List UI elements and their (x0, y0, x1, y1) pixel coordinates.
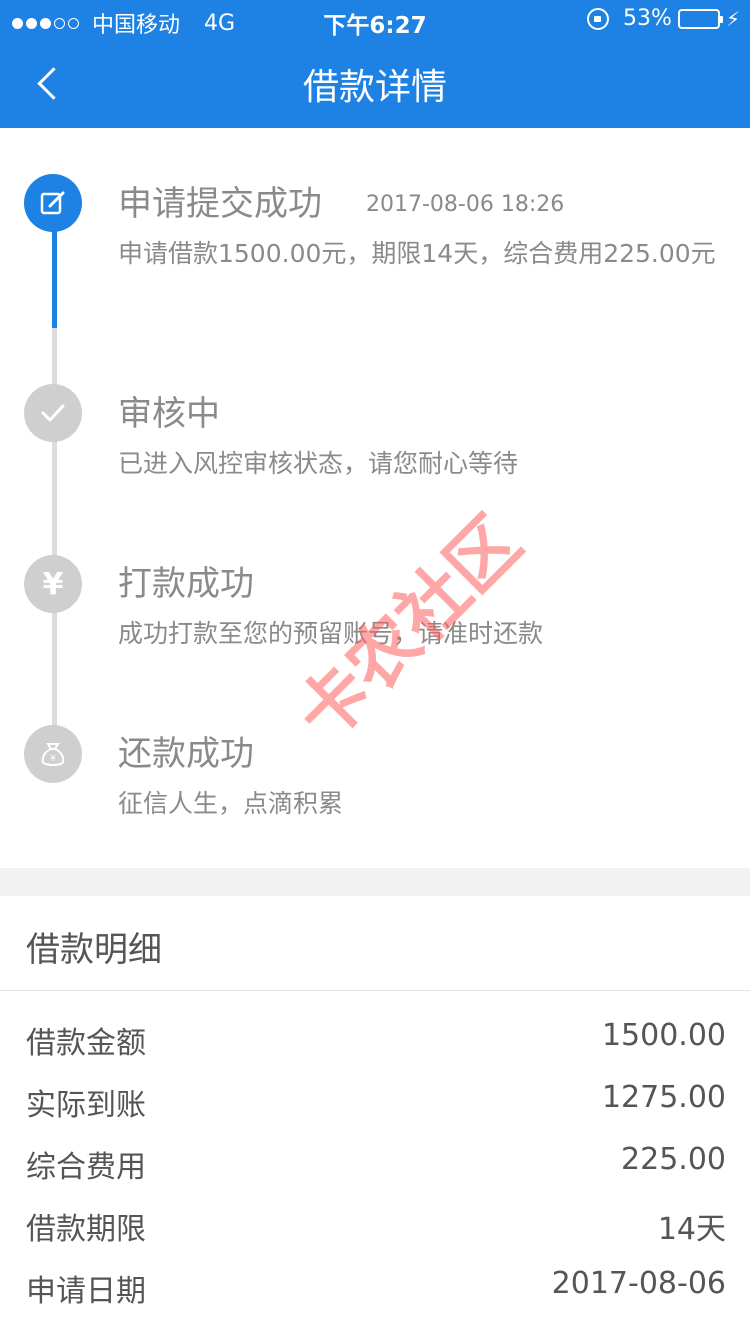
timeline-progress-line (52, 228, 57, 328)
step-repay-title: 还款成功 (118, 734, 254, 774)
row-label: 申请日期 (26, 1274, 146, 1309)
navigation-bar: 借款详情 (0, 40, 750, 128)
step-payout-title: 打款成功 (118, 564, 254, 604)
page-title: 借款详情 (302, 67, 447, 108)
battery-percent: 53% (623, 6, 672, 31)
row-value: 1275.00 (601, 1080, 726, 1115)
detail-row-fee: 综合费用 225.00 (26, 1142, 726, 1204)
orientation-lock-icon (587, 7, 610, 30)
row-value: 1500.00 (601, 1018, 726, 1053)
step-payout-desc: 成功打款至您的预留账号，请准时还款 (118, 619, 544, 648)
status-bar: 中国移动 4G 下午6:27 53% ⚡ (0, 0, 750, 40)
check-icon (24, 384, 82, 442)
money-bag-icon: ¥ (24, 725, 82, 783)
row-label: 借款金额 (26, 1026, 146, 1061)
detail-section-title: 借款明细 (26, 930, 162, 970)
detail-row-apply-date: 申请日期 2017-08-06 (26, 1266, 726, 1328)
row-value: 14天 (657, 1212, 726, 1247)
detail-row-amount: 借款金额 1500.00 (26, 1018, 726, 1080)
svg-text:¥: ¥ (50, 754, 56, 764)
edit-icon (24, 174, 82, 232)
header-bar: 中国移动 4G 下午6:27 53% ⚡ 借款详情 (0, 0, 750, 128)
section-separator (0, 868, 750, 896)
yen-icon: ¥ (24, 555, 82, 613)
step-repay-desc: 征信人生，点滴积累 (118, 789, 344, 818)
step-submit-desc: 申请借款1500.00元，期限14天，综合费用225.00元 (118, 239, 716, 268)
row-value: 2017-08-06 (551, 1266, 726, 1301)
row-label: 借款期限 (26, 1212, 146, 1247)
detail-row-received: 实际到账 1275.00 (26, 1080, 726, 1142)
step-review-title: 审核中 (118, 394, 220, 434)
divider (0, 990, 750, 991)
row-label: 综合费用 (26, 1150, 146, 1185)
battery-icon (677, 8, 723, 29)
loan-progress-timeline: 申请提交成功 2017-08-06 18:26 申请借款1500.00元，期限1… (0, 128, 750, 868)
charging-bolt-icon: ⚡ (725, 6, 740, 31)
detail-row-term: 借款期限 14天 (26, 1204, 726, 1266)
step-submit-title: 申请提交成功 (118, 184, 322, 224)
step-submit-time: 2017-08-06 18:26 (366, 192, 565, 217)
row-label: 实际到账 (26, 1088, 146, 1123)
row-value: 225.00 (621, 1142, 726, 1177)
step-review-desc: 已进入风控审核状态，请您耐心等待 (118, 449, 519, 478)
